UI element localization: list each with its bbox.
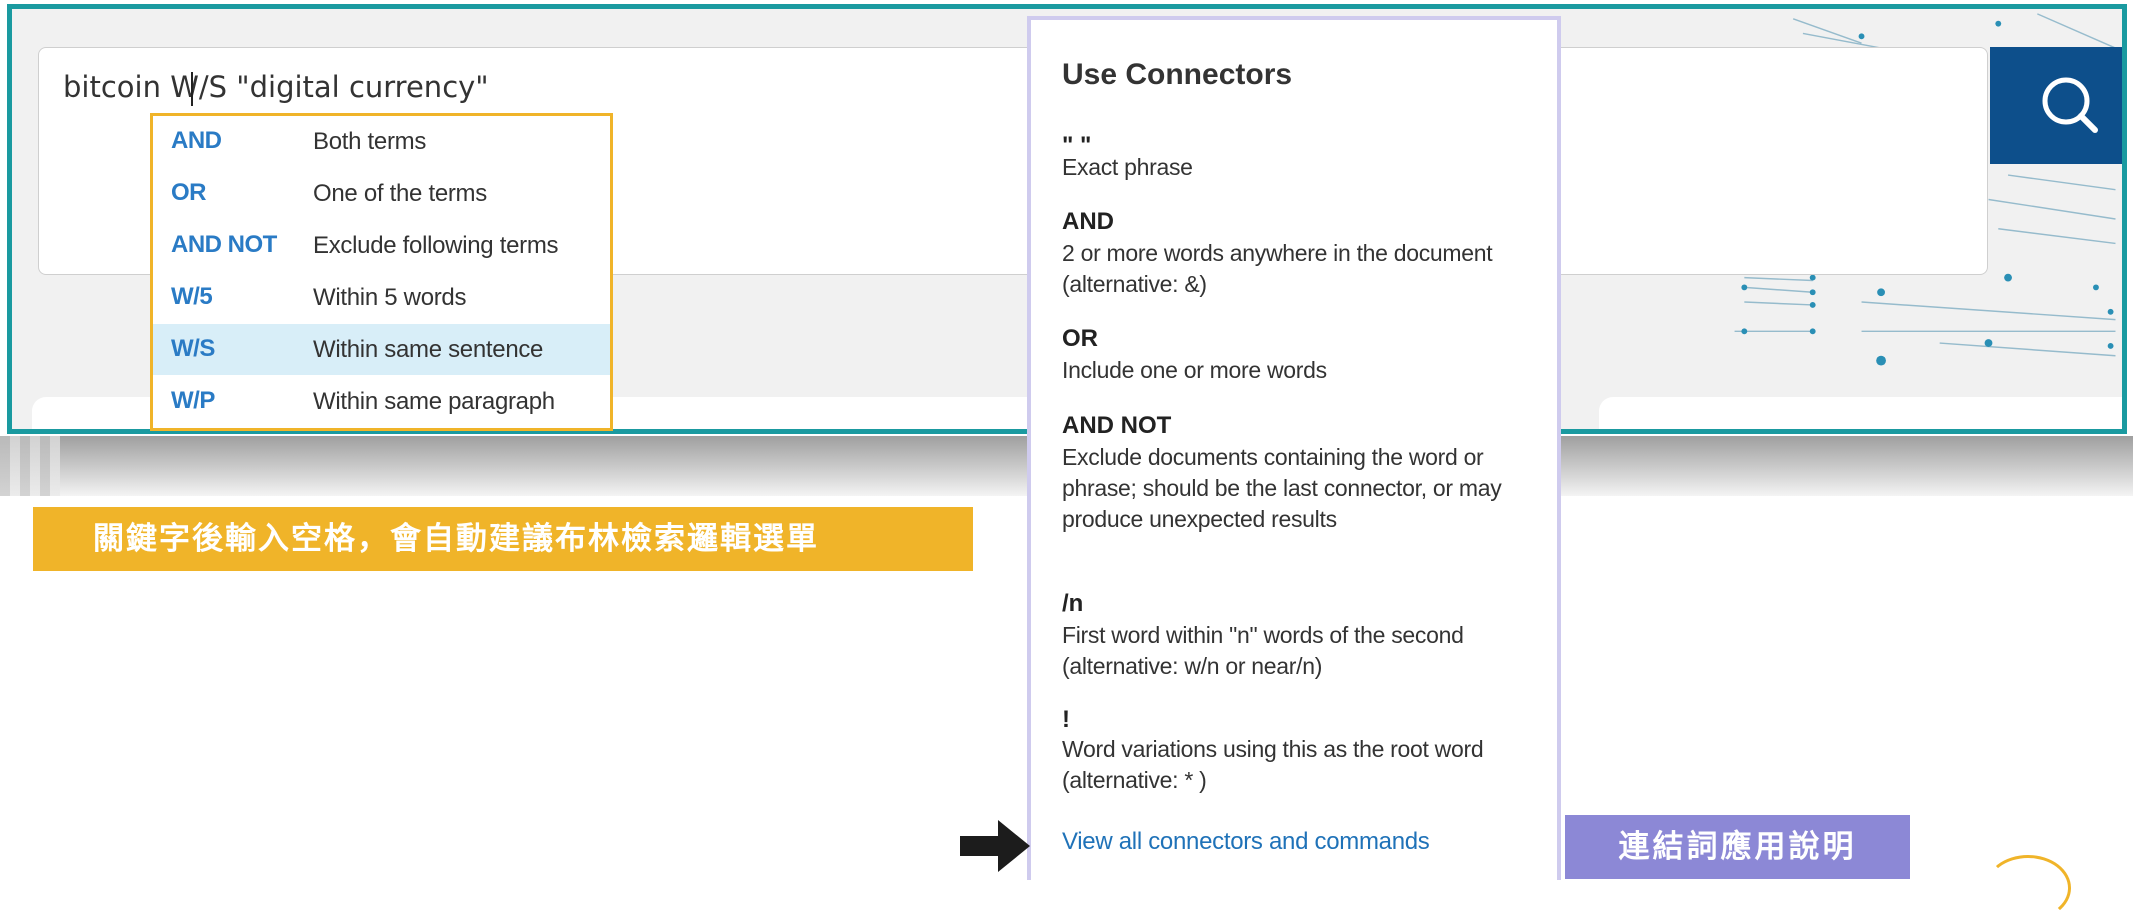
- help-desc-and: 2 or more words anywhere in the document…: [1062, 240, 1493, 297]
- arrow-right-icon: [960, 820, 1030, 872]
- connectors-help-caption: 連結詞應用說明: [1565, 815, 1910, 879]
- dropdown-item-and[interactable]: AND Both terms: [153, 116, 610, 167]
- connector-description: Both terms: [313, 128, 427, 155]
- dropdown-explanation-caption: 關鍵字後輸入空格，會自動建議布林檢索邏輯選單: [33, 507, 973, 571]
- text-caret: [191, 72, 193, 106]
- help-title: Use Connectors: [1062, 58, 1293, 91]
- connector-operator: AND NOT: [171, 231, 277, 258]
- connector-suggestion-dropdown: AND Both terms OR One of the terms AND N…: [150, 113, 613, 431]
- help-desc-and-not: Exclude documents containing the word or…: [1062, 444, 1502, 532]
- help-term-and: AND: [1062, 208, 1114, 235]
- search-query-text: bitcoin W/S "digital currency": [63, 70, 489, 104]
- help-desc-root-expander: Word variations using this as the root w…: [1062, 736, 1484, 793]
- help-desc-exact-phrase: Exact phrase: [1062, 154, 1193, 180]
- connector-description: Within same paragraph: [313, 388, 555, 415]
- help-term-root-expander: !: [1062, 706, 1070, 733]
- decorative-arc: [1985, 855, 2071, 921]
- help-desc-or: Include one or more words: [1062, 357, 1327, 383]
- connector-operator: W/5: [171, 283, 213, 310]
- connector-operator: OR: [171, 179, 207, 206]
- connector-operator: AND: [171, 127, 222, 154]
- help-term-and-not: AND NOT: [1062, 412, 1172, 439]
- help-term-or: OR: [1062, 325, 1098, 352]
- connector-description: Exclude following terms: [313, 232, 559, 259]
- dropdown-item-wp[interactable]: W/P Within same paragraph: [153, 376, 610, 427]
- connectors-help-panel: Use Connectors " " Exact phrase AND 2 or…: [1027, 16, 1561, 880]
- dropdown-item-w5[interactable]: W/5 Within 5 words: [153, 272, 610, 323]
- connector-description: One of the terms: [313, 180, 487, 207]
- dropdown-item-ws[interactable]: W/S Within same sentence: [153, 324, 610, 375]
- help-term-proximity: /n: [1062, 590, 1084, 617]
- connector-operator: W/S: [171, 335, 215, 362]
- connector-description: Within 5 words: [313, 284, 467, 311]
- search-icon: [2042, 77, 2098, 133]
- results-panel-right: [1599, 397, 2122, 429]
- search-button[interactable]: [1990, 47, 2122, 164]
- dropdown-item-and-not[interactable]: AND NOT Exclude following terms: [153, 220, 610, 271]
- view-all-connectors-link[interactable]: View all connectors and commands: [1062, 828, 1430, 856]
- connector-operator: W/P: [171, 387, 215, 414]
- dropdown-item-or[interactable]: OR One of the terms: [153, 168, 610, 219]
- help-desc-proximity: First word within "n" words of the secon…: [1062, 622, 1464, 679]
- connector-description: Within same sentence: [313, 336, 544, 363]
